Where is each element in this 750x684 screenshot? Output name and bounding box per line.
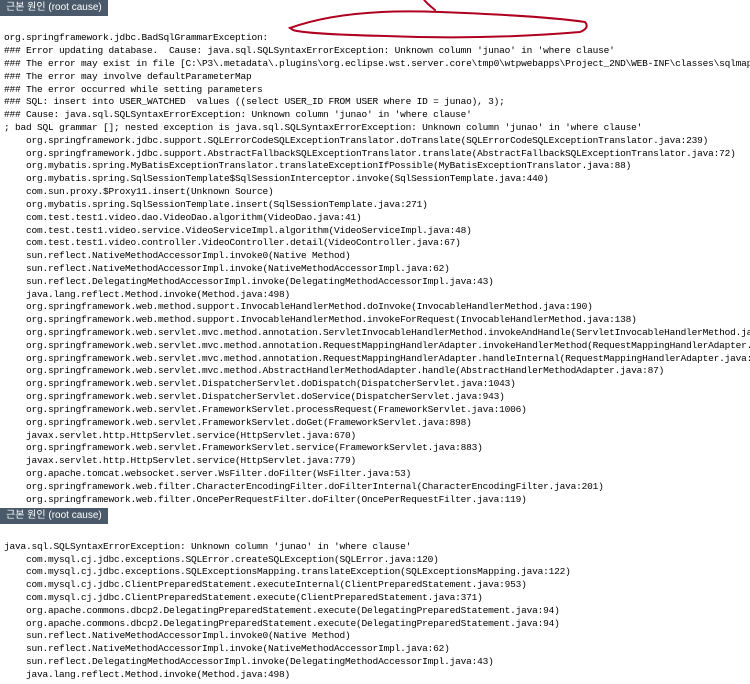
section-title-kr-2: 근본 원인 (6, 510, 46, 521)
section-header-2: 근본 원인 (root cause) (0, 508, 750, 526)
stack-trace-block-2: java.sql.SQLSyntaxErrorException: Unknow… (0, 526, 750, 684)
section-title-en-1: (root cause) (48, 2, 101, 13)
section-title-en-2: (root cause) (48, 510, 101, 521)
section-header-1: 근본 원인 (root cause) (0, 0, 750, 18)
section-title-kr-1: 근본 원인 (6, 2, 46, 13)
stack-trace-block-1: org.springframework.jdbc.BadSqlGrammarEx… (0, 18, 750, 509)
